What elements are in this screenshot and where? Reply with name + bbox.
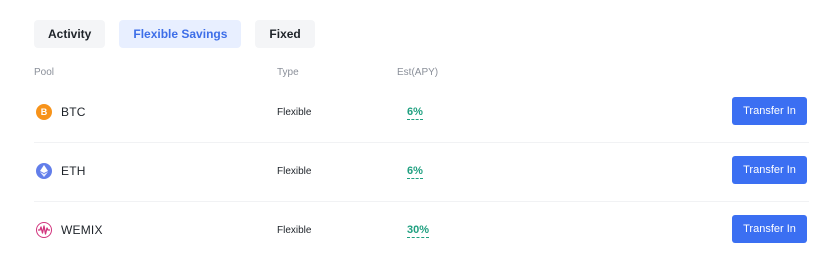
pool-cell: ETH — [36, 163, 86, 179]
tab-flexible-savings[interactable]: Flexible Savings — [119, 20, 242, 48]
tab-activity[interactable]: Activity — [34, 20, 106, 48]
apy-value[interactable]: 6% — [407, 106, 423, 120]
transfer-in-button[interactable]: Transfer In — [732, 215, 807, 243]
header-pool: Pool — [34, 67, 55, 78]
ethereum-diamond-glyph — [40, 165, 48, 177]
header-type: Type — [277, 67, 299, 78]
savings-page: Activity Flexible Savings Fixed Pool Typ… — [0, 0, 831, 266]
coin-name: BTC — [61, 105, 86, 119]
wemix-wave-glyph — [38, 225, 50, 235]
table-row: B BTC Flexible 6% Transfer In — [34, 84, 809, 143]
coin-name: ETH — [61, 164, 86, 178]
table-row: WEMIX Flexible 30% Transfer In — [34, 201, 809, 260]
pool-cell: WEMIX — [36, 222, 103, 238]
type-cell: Flexible — [277, 166, 312, 177]
type-cell: Flexible — [277, 107, 312, 118]
table-row: ETH Flexible 6% Transfer In — [34, 142, 809, 201]
type-cell: Flexible — [277, 225, 312, 236]
tab-fixed[interactable]: Fixed — [255, 20, 315, 48]
apy-value[interactable]: 30% — [407, 224, 430, 238]
table-header: Pool Type Est(APY) — [34, 67, 809, 83]
transfer-in-button[interactable]: Transfer In — [732, 97, 807, 125]
apy-value[interactable]: 6% — [407, 165, 423, 179]
transfer-in-button[interactable]: Transfer In — [732, 156, 807, 184]
savings-tabs: Activity Flexible Savings Fixed — [34, 20, 315, 48]
header-apy: Est(APY) — [397, 67, 439, 78]
bitcoin-icon: B — [36, 104, 52, 120]
ethereum-icon — [36, 163, 52, 179]
pool-cell: B BTC — [36, 104, 86, 120]
wemix-icon — [36, 222, 52, 238]
coin-name: WEMIX — [61, 223, 103, 237]
